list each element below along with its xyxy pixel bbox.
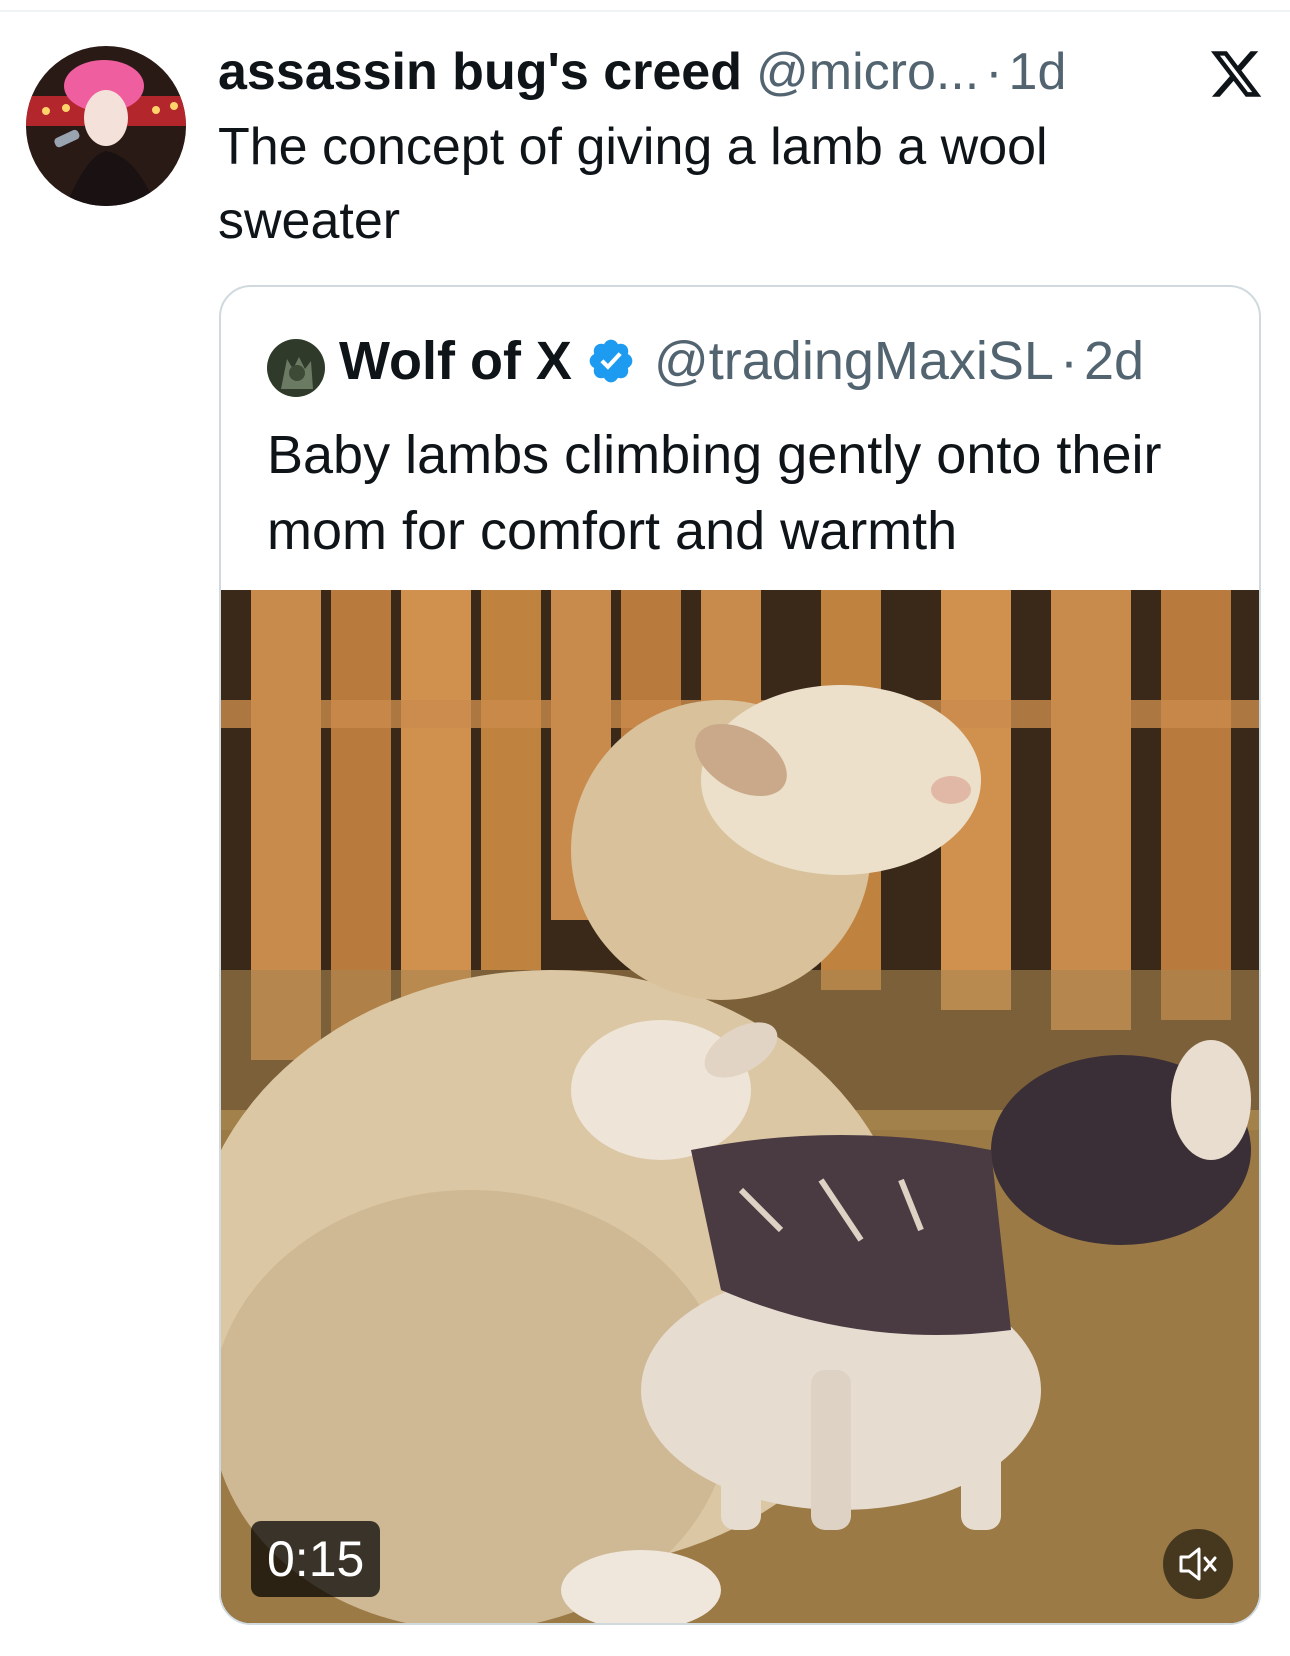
tweet-text: The concept of giving a lamb a wool swea…	[218, 118, 1048, 250]
author-avatar[interactable]	[26, 46, 186, 206]
video-duration-badge: 0:15	[251, 1521, 381, 1597]
quoted-header: Wolf of X @tradingMaxiSL · 2d	[339, 329, 1144, 393]
author-handle[interactable]: @micro...	[756, 42, 979, 102]
x-logo-icon[interactable]	[1208, 46, 1264, 102]
video-frame	[221, 590, 1259, 1623]
quoted-display-name[interactable]: Wolf of X	[339, 330, 572, 392]
quoted-author-avatar[interactable]	[267, 339, 325, 397]
quoted-tweet-card[interactable]: Wolf of X @tradingMaxiSL · 2d Baby lambs…	[219, 285, 1261, 1625]
tweet-header: assassin bug's creed @micro... · 1d	[218, 42, 1066, 102]
verified-badge-icon	[589, 339, 633, 383]
speaker-muted-icon	[1179, 1547, 1217, 1581]
quoted-handle[interactable]: @tradingMaxiSL	[654, 330, 1054, 392]
author-display-name[interactable]: assassin bug's creed	[218, 42, 742, 102]
quoted-text: Baby lambs climbing gently onto their mo…	[267, 425, 1162, 561]
video-player[interactable]: 0:15	[221, 590, 1259, 1623]
tweet-age[interactable]: 1d	[1009, 42, 1067, 102]
quoted-age[interactable]: 2d	[1084, 330, 1144, 392]
top-divider	[0, 10, 1290, 12]
separator-dot: ·	[985, 43, 1003, 101]
quoted-separator-dot: ·	[1059, 331, 1078, 391]
mute-toggle[interactable]	[1163, 1529, 1233, 1599]
